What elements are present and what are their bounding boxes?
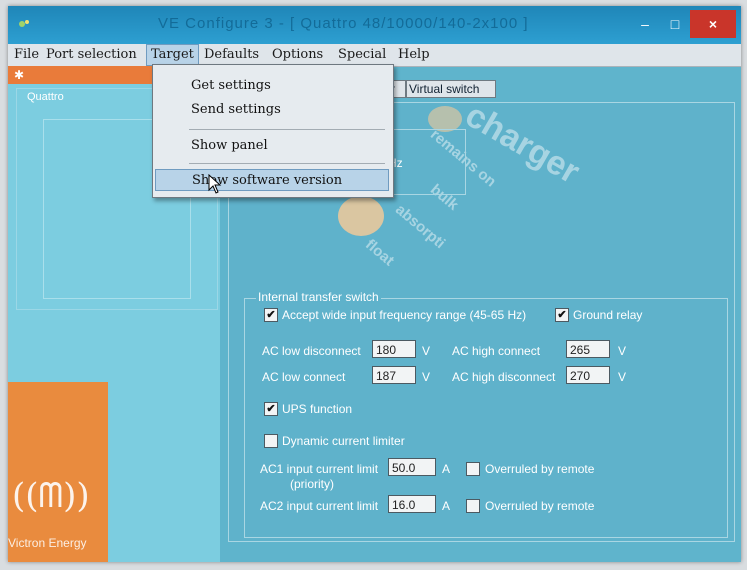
mouse-pointer-icon (208, 174, 222, 194)
menu-file[interactable]: File (14, 44, 39, 66)
menu-separator (189, 163, 385, 164)
ac-low-connect-field[interactable]: 187 (372, 366, 416, 384)
ac2-overruled-label: Overruled by remote (485, 499, 595, 513)
ups-function-label: UPS function (282, 402, 353, 416)
minimize-button[interactable]: – (630, 10, 660, 38)
brand-name: Victron Energy (8, 536, 87, 550)
device-group-label: Quattro (27, 91, 64, 103)
ac1-overruled-label: Overruled by remote (485, 462, 595, 476)
title-bar[interactable]: VE Configure 3 - [ Quattro 48/10000/140-… (8, 6, 741, 44)
ac-high-connect-field[interactable]: 265 (566, 340, 610, 358)
app-icon (19, 20, 29, 27)
ac1-overruled-checkbox[interactable] (466, 462, 480, 476)
dynamic-limiter-checkbox[interactable] (264, 434, 278, 448)
dynamic-limiter-label: Dynamic current limiter (282, 434, 405, 448)
tab-virtual-switch[interactable]: Virtual switch (406, 80, 496, 98)
menu-item-show-panel[interactable]: Show panel (155, 135, 389, 157)
menu-defaults[interactable]: Defaults (204, 44, 259, 66)
ac2-limit-unit: A (442, 499, 451, 513)
ac1-limit-label: AC1 input current limit (260, 462, 379, 476)
brand-block (8, 382, 108, 562)
menu-separator (189, 129, 385, 130)
ac-high-connect-unit: V (618, 344, 627, 358)
accept-wide-label: Accept wide input frequency range (45-65… (282, 308, 527, 322)
victron-logo-icon: ((ᗰ)) (12, 476, 90, 516)
ac2-overruled-checkbox[interactable] (466, 499, 480, 513)
menu-target[interactable]: Target (146, 44, 199, 66)
decor-blob (338, 196, 384, 236)
ac-low-connect-label: AC low connect (262, 370, 346, 384)
ac-high-disconnect-field[interactable]: 270 (566, 366, 610, 384)
ac2-limit-label: AC2 input current limit (260, 499, 379, 513)
menu-help[interactable]: Help (398, 44, 430, 66)
transfer-switch-label: Internal transfer switch (256, 290, 381, 304)
menu-item-show-software-version[interactable]: Show software version (155, 169, 389, 191)
ac2-limit-field[interactable]: 16.0 (388, 495, 436, 513)
ups-function-checkbox[interactable]: ✔ (264, 402, 278, 416)
ac1-limit-unit: A (442, 462, 451, 476)
accept-wide-checkbox[interactable]: ✔ (264, 308, 278, 322)
menu-item-get-settings[interactable]: Get settings (155, 75, 389, 97)
ac-high-disconnect-unit: V (618, 370, 627, 384)
menu-options[interactable]: Options (272, 44, 323, 66)
window-title: VE Configure 3 - [ Quattro 48/10000/140-… (158, 15, 529, 32)
menu-item-send-settings[interactable]: Send settings (155, 99, 389, 121)
ground-relay-label: Ground relay (573, 308, 643, 322)
flag-icon: ✱ (14, 68, 25, 82)
ac-high-connect-label: AC high connect (452, 344, 541, 358)
ground-relay-checkbox[interactable]: ✔ (555, 308, 569, 322)
ac-low-disconnect-label: AC low disconnect (262, 344, 361, 358)
menu-special[interactable]: Special (338, 44, 386, 66)
maximize-button[interactable]: □ (660, 10, 690, 38)
ac1-limit-field[interactable]: 50.0 (388, 458, 436, 476)
menu-port-selection[interactable]: Port selection (46, 44, 137, 66)
close-button[interactable]: × (690, 10, 736, 38)
ac-low-disconnect-unit: V (422, 344, 431, 358)
ac1-priority-label: (priority) (290, 477, 334, 491)
ac-high-disconnect-label: AC high disconnect (452, 370, 556, 384)
app-window: VE Configure 3 - [ Quattro 48/10000/140-… (8, 6, 741, 562)
ac-low-disconnect-field[interactable]: 180 (372, 340, 416, 358)
ac-low-connect-unit: V (422, 370, 431, 384)
target-menu-dropdown: Get settings Send settings Show panel Sh… (152, 64, 394, 198)
